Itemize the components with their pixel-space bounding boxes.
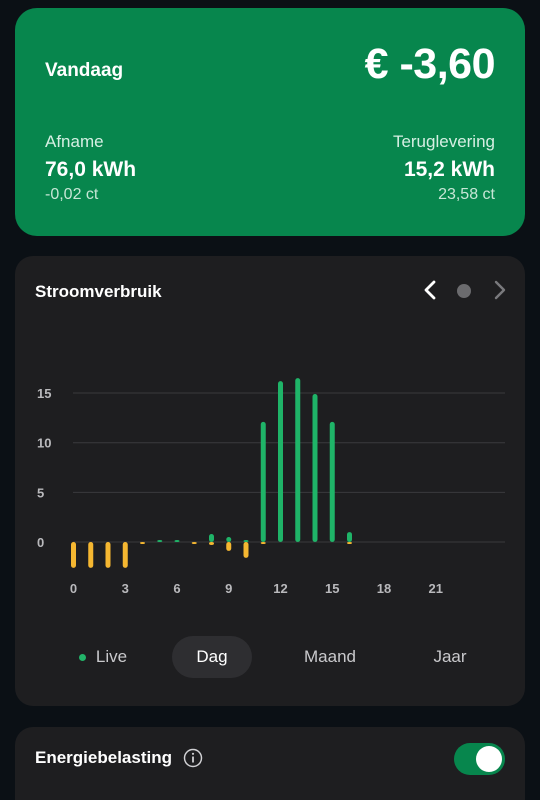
energy-tax-label: Energiebelasting — [35, 748, 172, 767]
summary-title: Vandaag — [45, 60, 124, 81]
teruglevering-label: Teruglevering — [392, 132, 495, 151]
return-bar — [174, 540, 180, 542]
consumption-bar — [140, 542, 145, 544]
consumption-bar — [243, 542, 249, 558]
consumption-bar — [347, 542, 352, 544]
period-selector: Live Dag Maand Jaar — [15, 636, 525, 680]
energy-tax-card: Energiebelasting — [15, 727, 525, 800]
power-usage-card: Stroomverbruik 0 5 10 15 0 3 6 9 12 15 18 21 Live D… — [15, 256, 525, 706]
consumption-bar — [191, 542, 197, 544]
return-bar — [209, 534, 214, 542]
chevron-right-icon[interactable] — [487, 278, 511, 302]
period-day-tab[interactable]: Dag — [172, 636, 252, 678]
energy-tax-toggle[interactable] — [454, 743, 505, 775]
return-bar — [347, 532, 352, 542]
x-tick-label: 9 — [225, 581, 232, 596]
return-bar — [157, 540, 163, 542]
consumption-bar — [226, 542, 232, 551]
x-tick-label: 12 — [273, 581, 287, 596]
x-tick-label: 15 — [325, 581, 339, 596]
live-indicator-icon — [78, 654, 86, 662]
consumption-bar — [122, 542, 128, 568]
return-bar — [312, 394, 318, 542]
consumption-bar — [88, 542, 94, 568]
return-bar — [226, 537, 232, 542]
consumption-bar — [71, 542, 76, 568]
return-bar — [295, 378, 301, 542]
today-dot-button[interactable] — [457, 284, 471, 298]
period-month-tab[interactable]: Maand — [290, 636, 370, 678]
power-bar-chart: 0 5 10 15 0 3 6 9 12 15 18 21 — [37, 378, 505, 596]
period-live-tab[interactable]: Live — [63, 636, 143, 678]
info-icon[interactable] — [183, 748, 203, 768]
y-tick-label: 15 — [37, 386, 51, 401]
toggle-knob — [476, 746, 502, 772]
x-tick-label: 18 — [377, 581, 391, 596]
consumption-bar — [260, 542, 266, 544]
summary-total-cost: € -3,60 — [364, 40, 496, 88]
return-bar — [243, 540, 249, 542]
afname-value: 76,0 kWh — [45, 158, 137, 181]
y-tick-label: 0 — [37, 535, 44, 550]
return-bar — [278, 381, 283, 542]
consumption-bar — [209, 542, 214, 545]
x-tick-label: 3 — [122, 581, 129, 596]
return-bar — [260, 421, 266, 542]
chart-title: Stroomverbruik — [35, 282, 162, 301]
teruglevering-cost: 23,58 ct — [438, 186, 495, 203]
x-tick-label: 0 — [70, 581, 77, 596]
chevron-left-icon[interactable] — [419, 278, 443, 302]
return-bar — [329, 421, 335, 542]
y-tick-label: 10 — [37, 436, 51, 451]
afname-cost: -0,02 ct — [45, 186, 99, 203]
today-summary-card: Vandaag € -3,60 Afname 76,0 kWh -0,02 ct… — [15, 8, 525, 236]
x-tick-label: 21 — [429, 581, 443, 596]
y-tick-label: 5 — [37, 485, 44, 500]
period-live-label: Live — [95, 647, 128, 666]
afname-label: Afname — [45, 132, 104, 151]
period-year-tab[interactable]: Jaar — [410, 636, 490, 678]
x-tick-label: 6 — [173, 581, 180, 596]
consumption-bar — [105, 542, 111, 568]
teruglevering-value: 15,2 kWh — [403, 158, 495, 181]
